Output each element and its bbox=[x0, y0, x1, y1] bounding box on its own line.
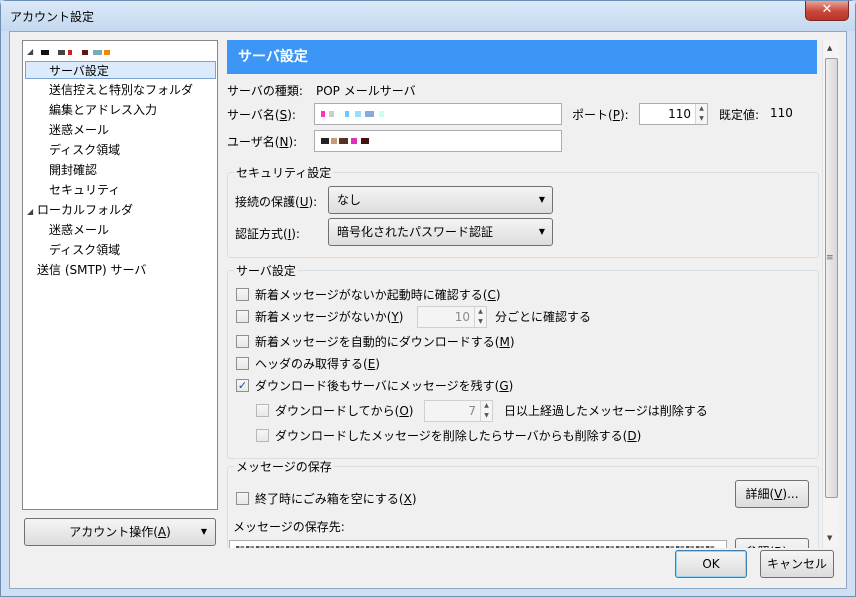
tree-item-copies-folders[interactable]: 送信控えと特別なフォルダ bbox=[49, 81, 193, 99]
auth-method-label: 認証方式(I): bbox=[235, 227, 300, 241]
delete-after-days-label[interactable]: ダウンロードしてから(O) bbox=[275, 402, 413, 419]
account-tree[interactable]: ◢ サーバ設定 送信控えと特別なフォルダ 編集とアドレス入力 迷惑メール ディス… bbox=[22, 40, 218, 510]
empty-trash-checkbox[interactable] bbox=[236, 492, 249, 505]
leave-on-server-label[interactable]: ダウンロード後もサーバにメッセージを残す(G) bbox=[255, 377, 513, 394]
account-settings-window: アカウント設定 ✕ ◢ サーバ設定 送信控えと特別なフォルダ 編集とアドレス入力… bbox=[0, 0, 856, 597]
scrollbar-thumb[interactable] bbox=[825, 58, 838, 498]
dropdown-arrow-icon: ▼ bbox=[538, 227, 545, 236]
account-actions-button[interactable]: アカウント操作(A) ▼ bbox=[24, 518, 216, 546]
window-title: アカウント設定 bbox=[10, 10, 95, 24]
connection-security-select[interactable]: なし ▼ bbox=[328, 186, 553, 214]
spin-arrows-icon[interactable]: ▲ ▼ bbox=[474, 307, 486, 327]
tree-item-label: 編集とアドレス入力 bbox=[49, 103, 158, 117]
delete-after-days-checkbox[interactable] bbox=[256, 404, 269, 417]
empty-trash-label[interactable]: 終了時にごみ箱を空にする(X) bbox=[255, 490, 417, 507]
default-port-value: 110 bbox=[770, 106, 793, 120]
tree-item-label: セキュリティ bbox=[49, 183, 121, 197]
spin-arrows-icon[interactable]: ▲ ▼ bbox=[480, 401, 492, 421]
server-type-label: サーバの種類: bbox=[227, 84, 303, 98]
dropdown-arrow-icon: ▼ bbox=[538, 195, 545, 204]
checkmark-icon: ✓ bbox=[237, 379, 248, 392]
tree-item-composition[interactable]: 編集とアドレス入力 bbox=[49, 101, 157, 119]
title-bar[interactable]: アカウント設定 ✕ bbox=[1, 1, 855, 31]
panel-header: サーバ設定 bbox=[227, 40, 817, 74]
settings-panel: サーバ設定 サーバの種類: POP メールサーバ サーバ名(S): ポート(P)… bbox=[225, 40, 821, 548]
tree-item-local-folders[interactable]: ローカルフォルダ bbox=[37, 201, 133, 219]
tree-item-label: サーバ設定 bbox=[49, 64, 109, 78]
ok-button[interactable]: OK bbox=[675, 550, 747, 578]
leave-on-server-checkbox[interactable]: ✓ bbox=[236, 379, 249, 392]
delete-after-days-suffix: 日以上経過したメッセージは削除する bbox=[504, 404, 708, 418]
tree-item-label: 迷惑メール bbox=[49, 223, 110, 237]
storage-location-input[interactable] bbox=[229, 540, 727, 548]
tree-item-local-junk[interactable]: 迷惑メール bbox=[49, 221, 109, 239]
tree-item-label: ローカルフォルダ bbox=[37, 203, 134, 217]
expand-triangle-icon[interactable]: ◢ bbox=[27, 47, 33, 56]
auto-download-label[interactable]: 新着メッセージを自動的にダウンロードする(M) bbox=[255, 333, 515, 350]
expand-triangle-icon[interactable]: ◢ bbox=[27, 207, 33, 216]
server-name-input[interactable] bbox=[314, 103, 562, 125]
tree-item-label: 送信 (SMTP) サーバ bbox=[37, 263, 147, 277]
server-type-value: POP メールサーバ bbox=[316, 84, 416, 98]
tree-item-smtp[interactable]: 送信 (SMTP) サーバ bbox=[37, 261, 146, 279]
tree-item-label: ディスク領域 bbox=[49, 143, 121, 157]
cancel-button[interactable]: キャンセル bbox=[760, 550, 834, 578]
port-label: ポート(P): bbox=[572, 108, 629, 122]
check-interval-input[interactable]: 10 ▲ ▼ bbox=[417, 306, 487, 328]
details-button[interactable]: 詳細(V)... bbox=[735, 480, 809, 508]
browse-button[interactable]: 参照(B)... bbox=[735, 538, 809, 548]
tree-item-receipts[interactable]: 開封確認 bbox=[49, 161, 97, 179]
auto-download-checkbox[interactable] bbox=[236, 335, 249, 348]
tree-item-security[interactable]: セキュリティ bbox=[49, 181, 120, 199]
tree-item-label: 迷惑メール bbox=[49, 123, 110, 137]
check-interval-suffix: 分ごとに確認する bbox=[495, 310, 592, 324]
tree-item-junk[interactable]: 迷惑メール bbox=[49, 121, 109, 139]
dropdown-arrow-icon: ▼ bbox=[200, 527, 207, 536]
close-icon: ✕ bbox=[821, 2, 833, 17]
scroll-down-icon[interactable]: ▼ bbox=[827, 534, 832, 542]
default-port-label: 既定値: bbox=[719, 108, 760, 122]
server-settings-legend: サーバ設定 bbox=[236, 264, 296, 278]
tree-item-disk-space[interactable]: ディスク領域 bbox=[49, 141, 120, 159]
dialog-client: ◢ サーバ設定 送信控えと特別なフォルダ 編集とアドレス入力 迷惑メール ディス… bbox=[9, 31, 847, 589]
delete-from-server-checkbox[interactable] bbox=[256, 429, 269, 442]
username-label: ユーザ名(N): bbox=[227, 135, 298, 149]
headers-only-checkbox[interactable] bbox=[236, 357, 249, 370]
security-legend: セキュリティ設定 bbox=[236, 166, 332, 180]
grip-icon: ≡ bbox=[826, 253, 834, 263]
auth-method-select[interactable]: 暗号化されたパスワード認証 ▼ bbox=[328, 218, 553, 246]
check-interval-checkbox[interactable] bbox=[236, 310, 249, 323]
tree-account-root[interactable] bbox=[41, 43, 110, 61]
close-button[interactable]: ✕ bbox=[805, 1, 849, 21]
account-name-redacted bbox=[41, 45, 110, 59]
server-name-label: サーバ名(S): bbox=[227, 108, 296, 122]
tree-item-label: ディスク領域 bbox=[49, 243, 121, 257]
check-interval-label[interactable]: 新着メッセージがないか(Y) bbox=[255, 308, 403, 325]
username-input[interactable] bbox=[314, 130, 562, 152]
headers-only-label[interactable]: ヘッダのみ取得する(E) bbox=[255, 355, 380, 372]
settings-scrollbar[interactable]: ▲ ≡ ▼ bbox=[822, 40, 839, 548]
tree-item-label: 送信控えと特別なフォルダ bbox=[49, 83, 194, 97]
tree-item-local-disk-space[interactable]: ディスク領域 bbox=[49, 241, 120, 259]
connection-security-label: 接続の保護(U): bbox=[235, 195, 318, 209]
spin-arrows-icon[interactable]: ▲ ▼ bbox=[695, 104, 707, 124]
scroll-up-icon[interactable]: ▲ bbox=[827, 44, 832, 52]
delete-from-server-label[interactable]: ダウンロードしたメッセージを削除したらサーバからも削除する(D) bbox=[275, 427, 641, 444]
check-on-startup-checkbox[interactable] bbox=[236, 288, 249, 301]
storage-location-label: メッセージの保存先: bbox=[233, 520, 345, 534]
check-on-startup-label[interactable]: 新着メッセージがないか起動時に確認する(C) bbox=[255, 286, 501, 303]
port-input[interactable]: 110 ▲ ▼ bbox=[639, 103, 708, 125]
delete-after-days-input[interactable]: 7 ▲ ▼ bbox=[424, 400, 493, 422]
tree-item-server-settings[interactable]: サーバ設定 bbox=[25, 61, 216, 79]
message-storage-legend: メッセージの保存 bbox=[236, 460, 332, 474]
tree-item-label: 開封確認 bbox=[49, 163, 98, 177]
